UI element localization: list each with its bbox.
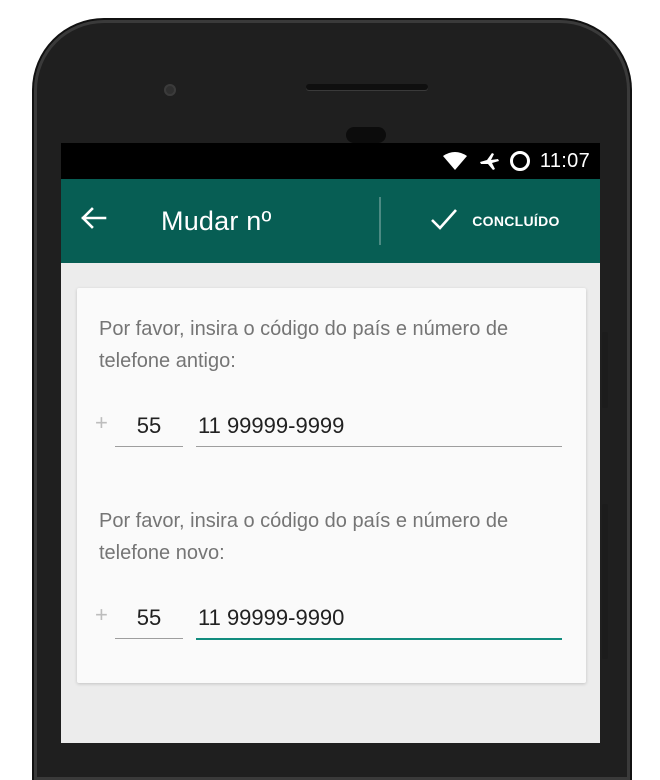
- sync-ring-icon: [509, 151, 530, 171]
- status-time: 11:07: [539, 149, 590, 172]
- back-button[interactable]: [61, 179, 125, 263]
- volume-button: [602, 504, 608, 659]
- done-button[interactable]: CONCLUÍDO: [390, 179, 600, 263]
- power-button: [602, 332, 608, 408]
- app-bar: Mudar nº CONCLUÍDO: [61, 179, 600, 263]
- page-title: Mudar nº: [161, 205, 272, 236]
- arrow-left-icon: [79, 204, 107, 238]
- old-country-code-input[interactable]: [115, 406, 183, 447]
- airplane-mode-icon: [478, 151, 500, 171]
- front-camera: [164, 84, 176, 96]
- status-bar: 11:07: [61, 143, 600, 179]
- old-phone-number-input[interactable]: [196, 406, 562, 447]
- old-number-row: +: [95, 406, 565, 447]
- new-number-prompt: Por favor, insira o código do país e núm…: [99, 510, 509, 564]
- new-number-row: +: [95, 598, 565, 640]
- proximity-sensor: [346, 127, 386, 143]
- change-number-card: Por favor, insira o código do país e núm…: [77, 288, 586, 683]
- checkmark-icon: [430, 208, 458, 235]
- old-number-prompt: Por favor, insira o código do país e núm…: [99, 318, 509, 372]
- phone-screen: 11:07 Mudar nº CONCLUÍDO Por favor, insi…: [61, 143, 600, 743]
- done-label: CONCLUÍDO: [472, 213, 560, 229]
- earpiece-speaker: [306, 84, 428, 90]
- wifi-icon: [442, 151, 468, 171]
- plus-sign: +: [95, 410, 108, 435]
- appbar-divider: [379, 197, 381, 245]
- plus-sign: +: [95, 602, 108, 627]
- new-country-code-input[interactable]: [115, 598, 183, 639]
- new-phone-number-input[interactable]: [196, 598, 562, 640]
